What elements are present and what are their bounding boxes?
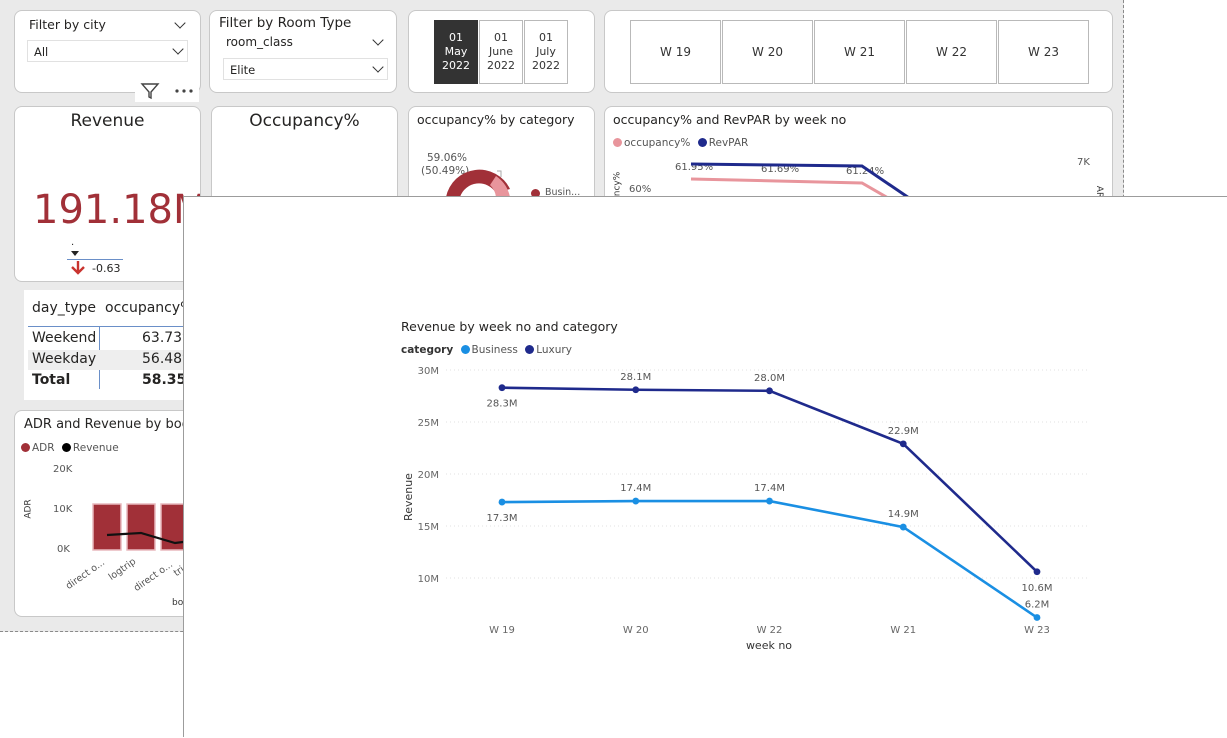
data-label-business: 17.4M	[754, 483, 785, 494]
table-row[interactable]: Weekday 56.48%	[28, 350, 204, 370]
room-type-dropdown-value: Elite	[230, 63, 256, 77]
date-tile-june[interactable]: 01 June 2022	[479, 20, 523, 84]
data-point-business[interactable]	[899, 523, 907, 531]
data-point-luxury[interactable]	[1033, 568, 1041, 576]
revenue-kpi-card: Revenue 191.18M . -0.63	[14, 106, 201, 282]
x-tick-label: W 22	[757, 625, 783, 636]
day-type-cell: Weekend	[32, 330, 97, 346]
visual-header	[135, 80, 199, 102]
data-label-business: 17.3M	[487, 513, 518, 524]
week-tile-w23[interactable]: W 23	[998, 20, 1089, 84]
occupancy-kpi-title: Occupancy%	[249, 111, 360, 131]
y-tick-label: 10M	[418, 574, 439, 585]
date-month: May	[444, 45, 468, 58]
day-type-table: day_type occupancy% Weekend 63.73% Weekd…	[24, 290, 204, 400]
date-year: 2022	[487, 59, 515, 72]
adr-x-title: bo	[172, 598, 184, 608]
room-type-field: room_class	[226, 35, 293, 49]
revenue-kpi-mark: .	[71, 237, 75, 248]
data-point-luxury[interactable]	[766, 387, 773, 395]
data-point-business[interactable]	[632, 497, 640, 505]
date-day: 01	[449, 31, 463, 44]
data-label-business: 6.2M	[1025, 600, 1050, 611]
occupancy-category-title: occupancy% by category	[417, 112, 575, 127]
city-dropdown[interactable]: All	[27, 40, 188, 62]
room-type-slicer: Filter by Room Type room_class Elite	[209, 10, 397, 93]
data-point-luxury[interactable]	[498, 384, 506, 392]
week-tile-w19[interactable]: W 19	[630, 20, 721, 84]
chevron-down-icon[interactable]	[372, 34, 384, 46]
data-label-luxury: 28.3M	[487, 399, 518, 410]
y-axis-title: Revenue	[402, 473, 415, 521]
date-month: June	[489, 45, 513, 58]
data-point-luxury[interactable]	[899, 440, 907, 448]
table-header-day-type[interactable]: day_type	[32, 300, 96, 316]
data-point-business[interactable]	[498, 498, 506, 506]
date-year: 2022	[442, 59, 470, 72]
y-tick-label: 25M	[418, 418, 439, 429]
week-tile-w21[interactable]: W 21	[814, 20, 905, 84]
chevron-down-icon	[372, 61, 384, 73]
date-day: 01	[494, 31, 508, 44]
date-year: 2022	[532, 59, 560, 72]
data-label-luxury: 10.6M	[1022, 583, 1053, 594]
triangle-down-icon	[71, 251, 79, 256]
arrow-down-icon	[71, 261, 85, 275]
filter-icon[interactable]	[140, 81, 160, 101]
date-day: 01	[539, 31, 553, 44]
x-axis-title: week no	[746, 639, 792, 652]
data-label-luxury: 28.0M	[754, 373, 785, 384]
city-slicer-title: Filter by city	[29, 17, 106, 32]
data-label-luxury: 22.9M	[888, 426, 919, 437]
x-tick-label: W 21	[890, 625, 916, 636]
total-label: Total	[32, 372, 71, 388]
date-month: July	[536, 45, 556, 58]
revenue-kpi-value: 191.18M	[33, 187, 201, 233]
x-tick-label: W 19	[489, 625, 515, 636]
data-point-business[interactable]	[1033, 614, 1041, 621]
x-tick-label: W 20	[623, 625, 649, 636]
data-label-luxury: 28.1M	[620, 372, 651, 383]
more-options-icon[interactable]	[171, 81, 197, 101]
week-tile-w22[interactable]: W 22	[906, 20, 997, 84]
date-tile-july[interactable]: 01 July 2022	[524, 20, 568, 84]
date-slicer: 01 May 2022 01 June 2022 01 July 2022	[408, 10, 595, 93]
revenue-line-chart: 30M 25M 20M 15M 10M W 19 W 20 W 22 W 21 W 23 week …	[402, 366, 1089, 652]
y-tick-label: 30M	[418, 366, 439, 377]
adr-revenue-card: ADR and Revenue by boo ADR Revenue 20K 1…	[14, 410, 201, 617]
y-tick-label: 20M	[418, 470, 439, 481]
data-point-business[interactable]	[766, 497, 773, 505]
adr-revenue-bars	[92, 503, 192, 551]
chevron-down-icon[interactable]	[174, 17, 186, 29]
data-label-business: 14.9M	[888, 509, 919, 520]
date-tile-may[interactable]: 01 May 2022	[434, 20, 478, 84]
table-header-occupancy[interactable]: occupancy%	[105, 300, 193, 316]
week-tile-w20[interactable]: W 20	[722, 20, 813, 84]
week-slicer: W 19 W 20 W 21 W 22 W 23	[604, 10, 1113, 93]
city-dropdown-value: All	[34, 45, 49, 59]
data-label-business: 17.4M	[620, 483, 651, 494]
chevron-down-icon	[172, 43, 184, 55]
revenue-kpi-title: Revenue	[70, 111, 145, 131]
room-type-dropdown[interactable]: Elite	[223, 58, 388, 80]
series-line-business	[501, 499, 1038, 619]
table-row[interactable]: Weekend 63.73%	[28, 329, 204, 349]
data-point-luxury[interactable]	[632, 386, 640, 394]
table-header-divider	[28, 326, 204, 327]
x-tick-label: W 23	[1024, 625, 1050, 636]
table-total-row: Total 58.35%	[28, 371, 204, 391]
revenue-kpi-delta: -0.63	[92, 262, 121, 275]
y-tick-label: 15M	[418, 522, 439, 533]
focus-mode-visual: Revenue by week no and category category…	[183, 196, 1227, 737]
day-type-cell: Weekday	[32, 351, 97, 367]
series-line-luxury	[501, 386, 1038, 573]
room-type-slicer-title: Filter by Room Type	[219, 15, 352, 31]
